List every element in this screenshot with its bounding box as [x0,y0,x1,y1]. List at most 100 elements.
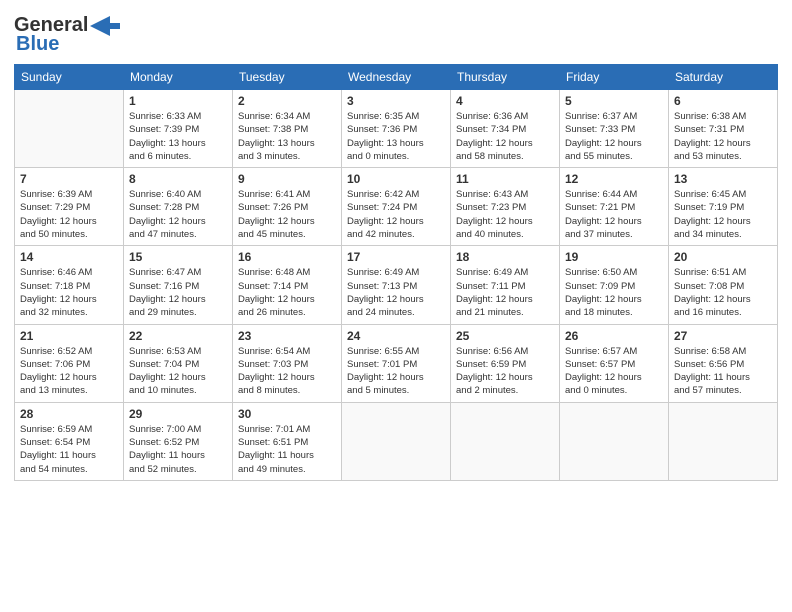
calendar-cell: 27 Sunrise: 6:58 AMSunset: 6:56 PMDayligh… [669,324,778,402]
week-row-4: 21 Sunrise: 6:52 AMSunset: 7:06 PMDayligh… [15,324,778,402]
cell-day-number: 17 [347,250,445,264]
calendar-cell: 4Sunrise: 6:36 AMSunset: 7:34 PMDaylight… [451,90,560,168]
calendar-header-row: SundayMondayTuesdayWednesdayThursdayFrid… [15,65,778,90]
cell-day-number: 24 [347,329,445,343]
cell-day-number: 21 [20,329,118,343]
cell-info: Sunrise: 6:58 AMSunset: 6:56 PMDaylight:… [674,345,772,398]
calendar-cell: 30Sunrise: 7:01 AMSunset: 6:51 PMDayligh… [233,402,342,480]
cell-info: Sunrise: 7:01 AMSunset: 6:51 PMDaylight:… [238,423,336,476]
cell-info: Sunrise: 6:47 AMSunset: 7:16 PMDaylight:… [129,266,227,319]
logo: General Blue [14,10,120,56]
calendar-cell: 12 Sunrise: 6:44 AMSunset: 7:21 PMDayligh… [560,168,669,246]
day-header-thursday: Thursday [451,65,560,90]
calendar-cell: 14 Sunrise: 6:46 AMSunset: 7:18 PMDayligh… [15,246,124,324]
calendar-cell: 24 Sunrise: 6:55 AMSunset: 7:01 PMDayligh… [342,324,451,402]
cell-info: Sunrise: 6:39 AMSunset: 7:29 PMDaylight:… [20,188,118,241]
cell-day-number: 23 [238,329,336,343]
cell-info: Sunrise: 6:44 AMSunset: 7:21 PMDaylight:… [565,188,663,241]
cell-info: Sunrise: 6:38 AMSunset: 7:31 PMDaylight:… [674,110,772,163]
cell-info: Sunrise: 6:35 AMSunset: 7:36 PMDaylight:… [347,110,445,163]
calendar-cell: 18Sunrise: 6:49 AMSunset: 7:11 PMDayligh… [451,246,560,324]
cell-info: Sunrise: 6:40 AMSunset: 7:28 PMDaylight:… [129,188,227,241]
calendar-cell: 22 Sunrise: 6:53 AMSunset: 7:04 PMDayligh… [124,324,233,402]
cell-day-number: 29 [129,407,227,421]
page: General Blue SundayMondayTuesdayWednesda… [0,0,792,612]
day-header-monday: Monday [124,65,233,90]
cell-info: Sunrise: 6:43 AMSunset: 7:23 PMDaylight:… [456,188,554,241]
cell-day-number: 10 [347,172,445,186]
cell-day-number: 15 [129,250,227,264]
cell-info: Sunrise: 6:49 AMSunset: 7:11 PMDaylight:… [456,266,554,319]
calendar-cell: 28 Sunrise: 6:59 AMSunset: 6:54 PMDayligh… [15,402,124,480]
cell-info: Sunrise: 6:53 AMSunset: 7:04 PMDaylight:… [129,345,227,398]
cell-info: Sunrise: 6:45 AMSunset: 7:19 PMDaylight:… [674,188,772,241]
cell-day-number: 11 [456,172,554,186]
cell-day-number: 22 [129,329,227,343]
cell-info: Sunrise: 7:00 AMSunset: 6:52 PMDaylight:… [129,423,227,476]
week-row-2: 7 Sunrise: 6:39 AMSunset: 7:29 PMDaylight… [15,168,778,246]
cell-info: Sunrise: 6:52 AMSunset: 7:06 PMDaylight:… [20,345,118,398]
cell-day-number: 28 [20,407,118,421]
cell-day-number: 6 [674,94,772,108]
day-header-tuesday: Tuesday [233,65,342,90]
cell-day-number: 7 [20,172,118,186]
calendar-cell: 2Sunrise: 6:34 AMSunset: 7:38 PMDaylight… [233,90,342,168]
cell-info: Sunrise: 6:51 AMSunset: 7:08 PMDaylight:… [674,266,772,319]
cell-day-number: 27 [674,329,772,343]
cell-day-number: 25 [456,329,554,343]
calendar-cell: 9 Sunrise: 6:41 AMSunset: 7:26 PMDaylight… [233,168,342,246]
cell-day-number: 3 [347,94,445,108]
cell-info: Sunrise: 6:36 AMSunset: 7:34 PMDaylight:… [456,110,554,163]
cell-day-number: 5 [565,94,663,108]
cell-info: Sunrise: 6:55 AMSunset: 7:01 PMDaylight:… [347,345,445,398]
calendar-cell [669,402,778,480]
cell-day-number: 26 [565,329,663,343]
day-header-sunday: Sunday [15,65,124,90]
cell-info: Sunrise: 6:41 AMSunset: 7:26 PMDaylight:… [238,188,336,241]
cell-info: Sunrise: 6:56 AMSunset: 6:59 PMDaylight:… [456,345,554,398]
day-header-wednesday: Wednesday [342,65,451,90]
cell-day-number: 14 [20,250,118,264]
cell-info: Sunrise: 6:59 AMSunset: 6:54 PMDaylight:… [20,423,118,476]
day-header-friday: Friday [560,65,669,90]
calendar-cell [15,90,124,168]
week-row-5: 28 Sunrise: 6:59 AMSunset: 6:54 PMDayligh… [15,402,778,480]
calendar-cell: 29 Sunrise: 7:00 AMSunset: 6:52 PMDayligh… [124,402,233,480]
calendar-cell: 1 Sunrise: 6:33 AMSunset: 7:39 PMDaylight… [124,90,233,168]
cell-info: Sunrise: 6:50 AMSunset: 7:09 PMDaylight:… [565,266,663,319]
day-header-saturday: Saturday [669,65,778,90]
calendar-cell [342,402,451,480]
calendar-cell: 15 Sunrise: 6:47 AMSunset: 7:16 PMDayligh… [124,246,233,324]
calendar-cell: 6 Sunrise: 6:38 AMSunset: 7:31 PMDaylight… [669,90,778,168]
calendar-cell: 11 Sunrise: 6:43 AMSunset: 7:23 PMDayligh… [451,168,560,246]
cell-info: Sunrise: 6:33 AMSunset: 7:39 PMDaylight:… [129,110,227,163]
cell-day-number: 9 [238,172,336,186]
cell-info: Sunrise: 6:34 AMSunset: 7:38 PMDaylight:… [238,110,336,163]
calendar-cell: 7 Sunrise: 6:39 AMSunset: 7:29 PMDaylight… [15,168,124,246]
cell-day-number: 20 [674,250,772,264]
header: General Blue [14,10,778,56]
calendar-cell [560,402,669,480]
cell-day-number: 8 [129,172,227,186]
calendar-cell: 5Sunrise: 6:37 AMSunset: 7:33 PMDaylight… [560,90,669,168]
cell-info: Sunrise: 6:57 AMSunset: 6:57 PMDaylight:… [565,345,663,398]
calendar-cell: 19Sunrise: 6:50 AMSunset: 7:09 PMDayligh… [560,246,669,324]
calendar-cell: 10 Sunrise: 6:42 AMSunset: 7:24 PMDayligh… [342,168,451,246]
calendar-cell: 25 Sunrise: 6:56 AMSunset: 6:59 PMDayligh… [451,324,560,402]
cell-day-number: 1 [129,94,227,108]
cell-info: Sunrise: 6:48 AMSunset: 7:14 PMDaylight:… [238,266,336,319]
calendar-cell: 8 Sunrise: 6:40 AMSunset: 7:28 PMDaylight… [124,168,233,246]
cell-info: Sunrise: 6:49 AMSunset: 7:13 PMDaylight:… [347,266,445,319]
cell-info: Sunrise: 6:46 AMSunset: 7:18 PMDaylight:… [20,266,118,319]
calendar-cell: 13Sunrise: 6:45 AMSunset: 7:19 PMDayligh… [669,168,778,246]
cell-info: Sunrise: 6:42 AMSunset: 7:24 PMDaylight:… [347,188,445,241]
cell-info: Sunrise: 6:54 AMSunset: 7:03 PMDaylight:… [238,345,336,398]
cell-day-number: 12 [565,172,663,186]
cell-day-number: 16 [238,250,336,264]
calendar-cell: 17 Sunrise: 6:49 AMSunset: 7:13 PMDayligh… [342,246,451,324]
week-row-3: 14 Sunrise: 6:46 AMSunset: 7:18 PMDayligh… [15,246,778,324]
calendar-table: SundayMondayTuesdayWednesdayThursdayFrid… [14,64,778,481]
calendar-cell: 26 Sunrise: 6:57 AMSunset: 6:57 PMDayligh… [560,324,669,402]
calendar-cell: 16 Sunrise: 6:48 AMSunset: 7:14 PMDayligh… [233,246,342,324]
calendar-cell: 21 Sunrise: 6:52 AMSunset: 7:06 PMDayligh… [15,324,124,402]
